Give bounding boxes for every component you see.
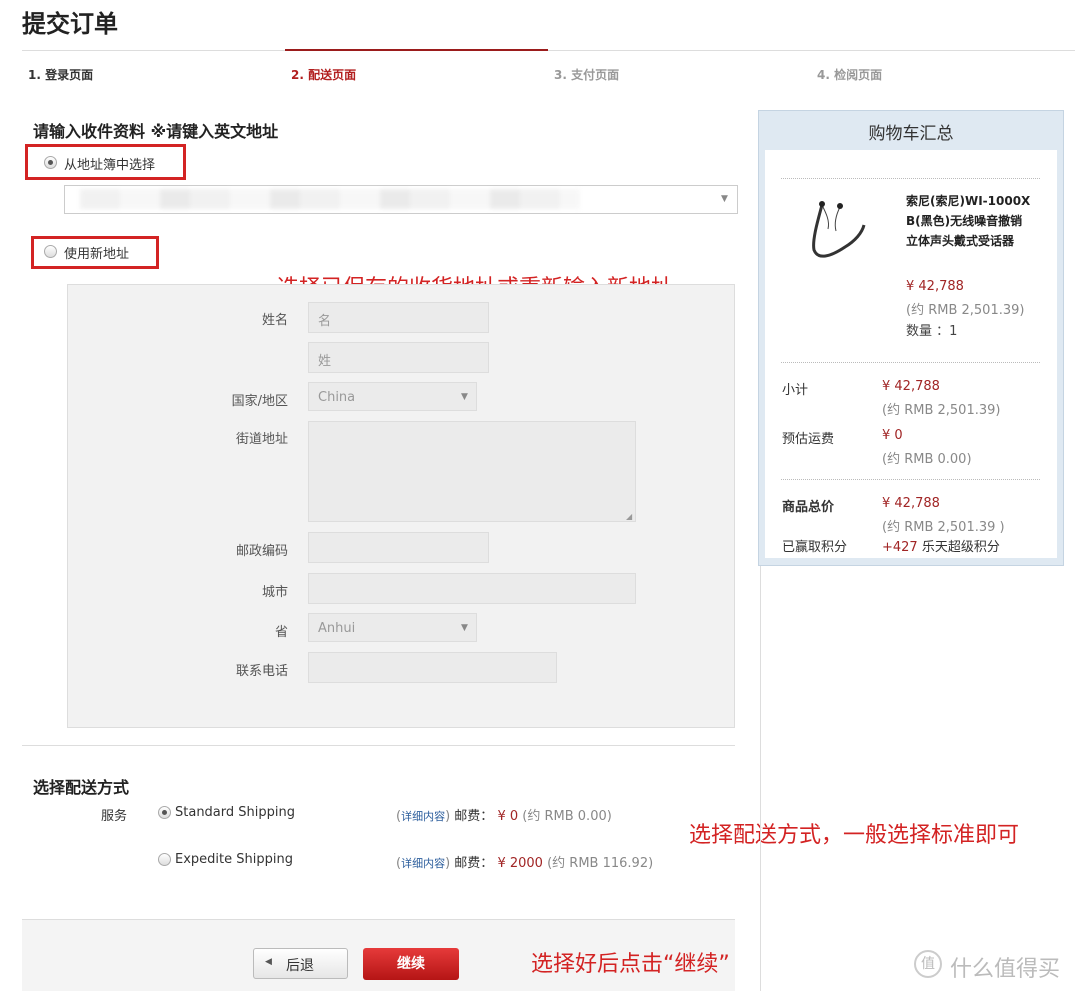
province-value: Anhui xyxy=(318,621,356,636)
phone-input[interactable] xyxy=(308,652,557,683)
service-label: 服务 xyxy=(101,809,128,824)
points-label: 已赢取积分 xyxy=(782,540,848,555)
last-name-input[interactable]: 姓 xyxy=(308,342,489,373)
divider xyxy=(781,479,1040,480)
product-name[interactable]: 索尼(索尼)WI-1000X B(黑色)无线噪音撤销 立体声头戴式受话器 xyxy=(906,191,1046,251)
chevron-down-icon: ▼ xyxy=(461,623,468,633)
radio-address-book[interactable] xyxy=(44,156,57,169)
fee-rmb: (约 RMB 116.92) xyxy=(547,856,654,871)
step-review: 4. 检阅页面 xyxy=(817,68,883,82)
total-rmb: (约 RMB 2,501.39 ) xyxy=(882,520,1005,535)
sidebar-divider xyxy=(760,566,761,991)
fee-value: ¥ 0 xyxy=(497,809,519,824)
shipping-heading: 选择配送方式 xyxy=(33,778,130,797)
total-label: 商品总价 xyxy=(782,500,835,515)
province-label: 省 xyxy=(274,625,288,640)
back-button-label: 后退 xyxy=(286,958,314,974)
shipping-estimate-rmb: (约 RMB 0.00) xyxy=(882,452,972,467)
continue-button[interactable]: 继续 xyxy=(363,948,459,980)
shipping-estimate-label: 预估运费 xyxy=(782,432,835,447)
page-title: 提交订单 xyxy=(22,10,118,38)
shipping-estimate-value: ¥ 0 xyxy=(882,428,903,443)
city-label: 城市 xyxy=(261,585,288,600)
zip-label: 邮政编码 xyxy=(235,544,288,559)
step-shipping: 2. 配送页面 xyxy=(291,68,357,82)
redacted-address xyxy=(80,189,580,209)
fee-rmb: (约 RMB 0.00) xyxy=(522,809,612,824)
radio-expedite-shipping[interactable] xyxy=(158,853,171,866)
fee-value: ¥ 2000 xyxy=(497,856,543,871)
province-select[interactable]: Anhui xyxy=(308,613,477,642)
fee-label: 邮费： xyxy=(454,809,494,824)
divider xyxy=(781,178,1040,179)
details-link[interactable]: 详细内容 xyxy=(401,857,445,870)
standard-shipping-label: Standard Shipping xyxy=(175,805,295,820)
divider xyxy=(781,362,1040,363)
annotation-shipping-note: 选择配送方式，一般选择标准即可 xyxy=(689,823,1020,848)
first-name-input[interactable]: 名 xyxy=(308,302,489,333)
country-value: China xyxy=(318,390,356,405)
standard-shipping-fee-row: (详细内容) 邮费： ¥ 0 (约 RMB 0.00) xyxy=(396,809,612,824)
expedite-shipping-fee-row: (详细内容) 邮费： ¥ 2000 (约 RMB 116.92) xyxy=(396,856,654,871)
points-suffix: 乐天超级积分 xyxy=(921,540,1000,555)
steps-active-indicator xyxy=(285,49,548,51)
back-button[interactable]: ◀ 后退 xyxy=(253,948,348,979)
country-select[interactable]: China xyxy=(308,382,477,411)
details-link[interactable]: 详细内容 xyxy=(401,810,445,823)
product-qty: 数量 ：1 xyxy=(906,324,958,339)
arrow-left-icon: ◀ xyxy=(265,957,272,967)
chevron-down-icon: ▼ xyxy=(461,392,468,402)
product-price: ¥ 42,788 xyxy=(906,279,964,294)
step-payment: 3. 支付页面 xyxy=(554,68,620,82)
radio-new-address[interactable] xyxy=(44,245,57,258)
divider xyxy=(22,745,735,746)
address-heading: 请输入收件资料 ※请键入英文地址 xyxy=(33,122,279,141)
expedite-shipping-label: Expedite Shipping xyxy=(175,852,293,867)
new-address-label: 使用新地址 xyxy=(64,247,130,262)
name-label: 姓名 xyxy=(261,313,288,328)
points-row: +427 乐天超级积分 xyxy=(882,536,1000,555)
city-input[interactable] xyxy=(308,573,636,604)
street-textarea[interactable] xyxy=(308,421,636,522)
radio-standard-shipping[interactable] xyxy=(158,806,171,819)
cart-title: 购物车汇总 xyxy=(868,124,954,144)
steps-divider xyxy=(22,50,1075,51)
headphones-product-image xyxy=(812,201,866,258)
step-login: 1. 登录页面 xyxy=(28,68,94,82)
subtotal-rmb: (约 RMB 2,501.39) xyxy=(882,403,1001,418)
zip-input[interactable] xyxy=(308,532,489,563)
product-price-rmb: (约 RMB 2,501.39) xyxy=(906,303,1025,318)
total-value: ¥ 42,788 xyxy=(882,496,940,511)
subtotal-label: 小计 xyxy=(782,383,809,398)
annotation-continue-note: 选择好后点击“继续” xyxy=(531,952,730,977)
street-label: 街道地址 xyxy=(235,432,288,447)
subtotal-value: ¥ 42,788 xyxy=(882,379,940,394)
watermark-logo-icon: 值 xyxy=(914,950,942,978)
address-book-label: 从地址簿中选择 xyxy=(64,158,156,173)
country-label: 国家/地区 xyxy=(231,394,288,409)
resize-handle-icon[interactable]: ◢ xyxy=(626,512,632,521)
phone-label: 联系电话 xyxy=(235,664,288,679)
points-value: +427 xyxy=(882,540,918,555)
chevron-down-icon: ▼ xyxy=(721,194,728,204)
watermark-text: 什么值得买 xyxy=(950,957,1061,982)
fee-label: 邮费： xyxy=(454,856,494,871)
